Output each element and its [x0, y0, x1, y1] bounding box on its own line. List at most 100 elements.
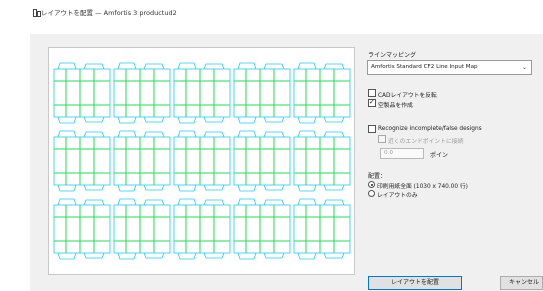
die-top-flap [263, 199, 285, 206]
die-bottom-flap [83, 116, 105, 123]
die-top-flap [237, 198, 257, 206]
die-bottom-flap [177, 184, 197, 192]
die-top-flap [143, 131, 165, 138]
placement-option-full-sheet: 印刷用紙全面 (1030 x 740.00 行) [377, 184, 468, 190]
die-bottom-flap [203, 252, 225, 259]
die-panel-outline [53, 68, 111, 118]
die-panel-outline [293, 68, 351, 118]
die-top-flap [57, 130, 77, 138]
die-bottom-flap [143, 116, 165, 123]
layout-icon [33, 9, 41, 17]
die-top-flap [297, 130, 317, 138]
flip-cad-checkbox[interactable] [368, 89, 376, 97]
tolerance-value: 0.0 [384, 150, 393, 156]
die-top-flap [177, 62, 197, 70]
die-panel-outline [233, 204, 291, 254]
die-top-flap [297, 62, 317, 70]
die-bottom-flap [263, 184, 285, 191]
placement-radio-layout-only[interactable] [368, 190, 375, 197]
die-bottom-flap [323, 252, 345, 259]
die-top-flap [117, 198, 137, 206]
die-bottom-flap [177, 116, 197, 124]
die-top-flap [117, 130, 137, 138]
die-bottom-flap [297, 116, 317, 124]
die-bottom-flap [57, 184, 77, 192]
die-top-flap [323, 199, 345, 206]
die-bottom-flap [237, 184, 257, 192]
die-panel-outline [173, 204, 231, 254]
tolerance-unit: ポイン [430, 152, 449, 159]
die-bottom-flap [203, 184, 225, 191]
recognize-label: Recognize incomplete/false designs [378, 126, 482, 132]
die-bottom-flap [143, 252, 165, 259]
die-bottom-flap [237, 252, 257, 260]
die-top-flap [237, 62, 257, 70]
line-mapping-select[interactable]: Amfortis Standard CF2 Line Input Map ⌄ [367, 60, 532, 75]
create-blank-label: 空製品を作成 [378, 103, 413, 109]
die-panel-outline [293, 204, 351, 254]
tolerance-input[interactable]: 0.0 [380, 148, 424, 159]
die-bottom-flap [117, 116, 137, 124]
die-bottom-flap [57, 116, 77, 124]
die-top-flap [203, 199, 225, 206]
die-panel-outline [293, 136, 351, 186]
die-panel-outline [53, 136, 111, 186]
die-panel-outline [233, 68, 291, 118]
line-mapping-label: ラインマッピング [368, 52, 417, 59]
window-title: レイアウトを配置 — Amfortis 3 productud2 [41, 9, 177, 17]
die-bottom-flap [297, 252, 317, 260]
title-bar: レイアウトを配置 — Amfortis 3 productud2 [0, 0, 543, 24]
die-top-flap [263, 131, 285, 138]
die-bottom-flap [83, 184, 105, 191]
die-bottom-flap [263, 252, 285, 259]
die-top-flap [83, 131, 105, 138]
die-panel-outline [53, 204, 111, 254]
die-top-flap [237, 130, 257, 138]
die-bottom-flap [117, 252, 137, 260]
die-bottom-flap [297, 184, 317, 192]
die-top-flap [177, 130, 197, 138]
die-top-flap [117, 62, 137, 70]
die-panel-outline [173, 136, 231, 186]
die-bottom-flap [143, 184, 165, 191]
die-panel-outline [113, 204, 171, 254]
recognize-checkbox[interactable] [368, 125, 376, 133]
die-top-flap [83, 199, 105, 206]
die-top-flap [297, 198, 317, 206]
die-bottom-flap [237, 116, 257, 124]
die-bottom-flap [263, 116, 285, 123]
die-bottom-flap [117, 184, 137, 192]
die-bottom-flap [323, 184, 345, 191]
die-top-flap [323, 63, 345, 70]
die-bottom-flap [323, 116, 345, 123]
die-panel-outline [113, 68, 171, 118]
cancel-button[interactable]: キャンセル [500, 276, 543, 290]
die-top-flap [83, 63, 105, 70]
connect-endpoints-label: 近くのエンドポイントに接続 [388, 139, 464, 145]
create-blank-checkbox[interactable] [368, 98, 376, 107]
die-panel-outline [173, 68, 231, 118]
die-panel-outline [113, 136, 171, 186]
placement-label: 配置： [368, 173, 387, 180]
chevron-down-icon[interactable]: ⌄ [522, 64, 527, 71]
die-top-flap [203, 131, 225, 138]
die-top-flap [263, 63, 285, 70]
die-bottom-flap [203, 116, 225, 123]
die-top-flap [143, 63, 165, 70]
die-top-flap [57, 62, 77, 70]
die-top-flap [57, 198, 77, 206]
die-bottom-flap [177, 252, 197, 260]
die-top-flap [203, 63, 225, 70]
connect-endpoints-checkbox[interactable] [378, 135, 386, 143]
placement-radio-full-sheet[interactable] [368, 181, 375, 188]
layout-preview [48, 47, 355, 275]
die-bottom-flap [57, 252, 77, 260]
die-top-flap [143, 199, 165, 206]
die-top-flap [177, 198, 197, 206]
die-panel-outline [233, 136, 291, 186]
flip-cad-label: CADレイアウトを反転 [378, 93, 437, 99]
layout-preview-drawing [53, 62, 351, 260]
place-layout-button[interactable]: レイアウトを配置 [368, 276, 462, 290]
die-bottom-flap [83, 252, 105, 259]
line-mapping-value: Amfortis Standard CF2 Line Input Map [371, 64, 478, 70]
